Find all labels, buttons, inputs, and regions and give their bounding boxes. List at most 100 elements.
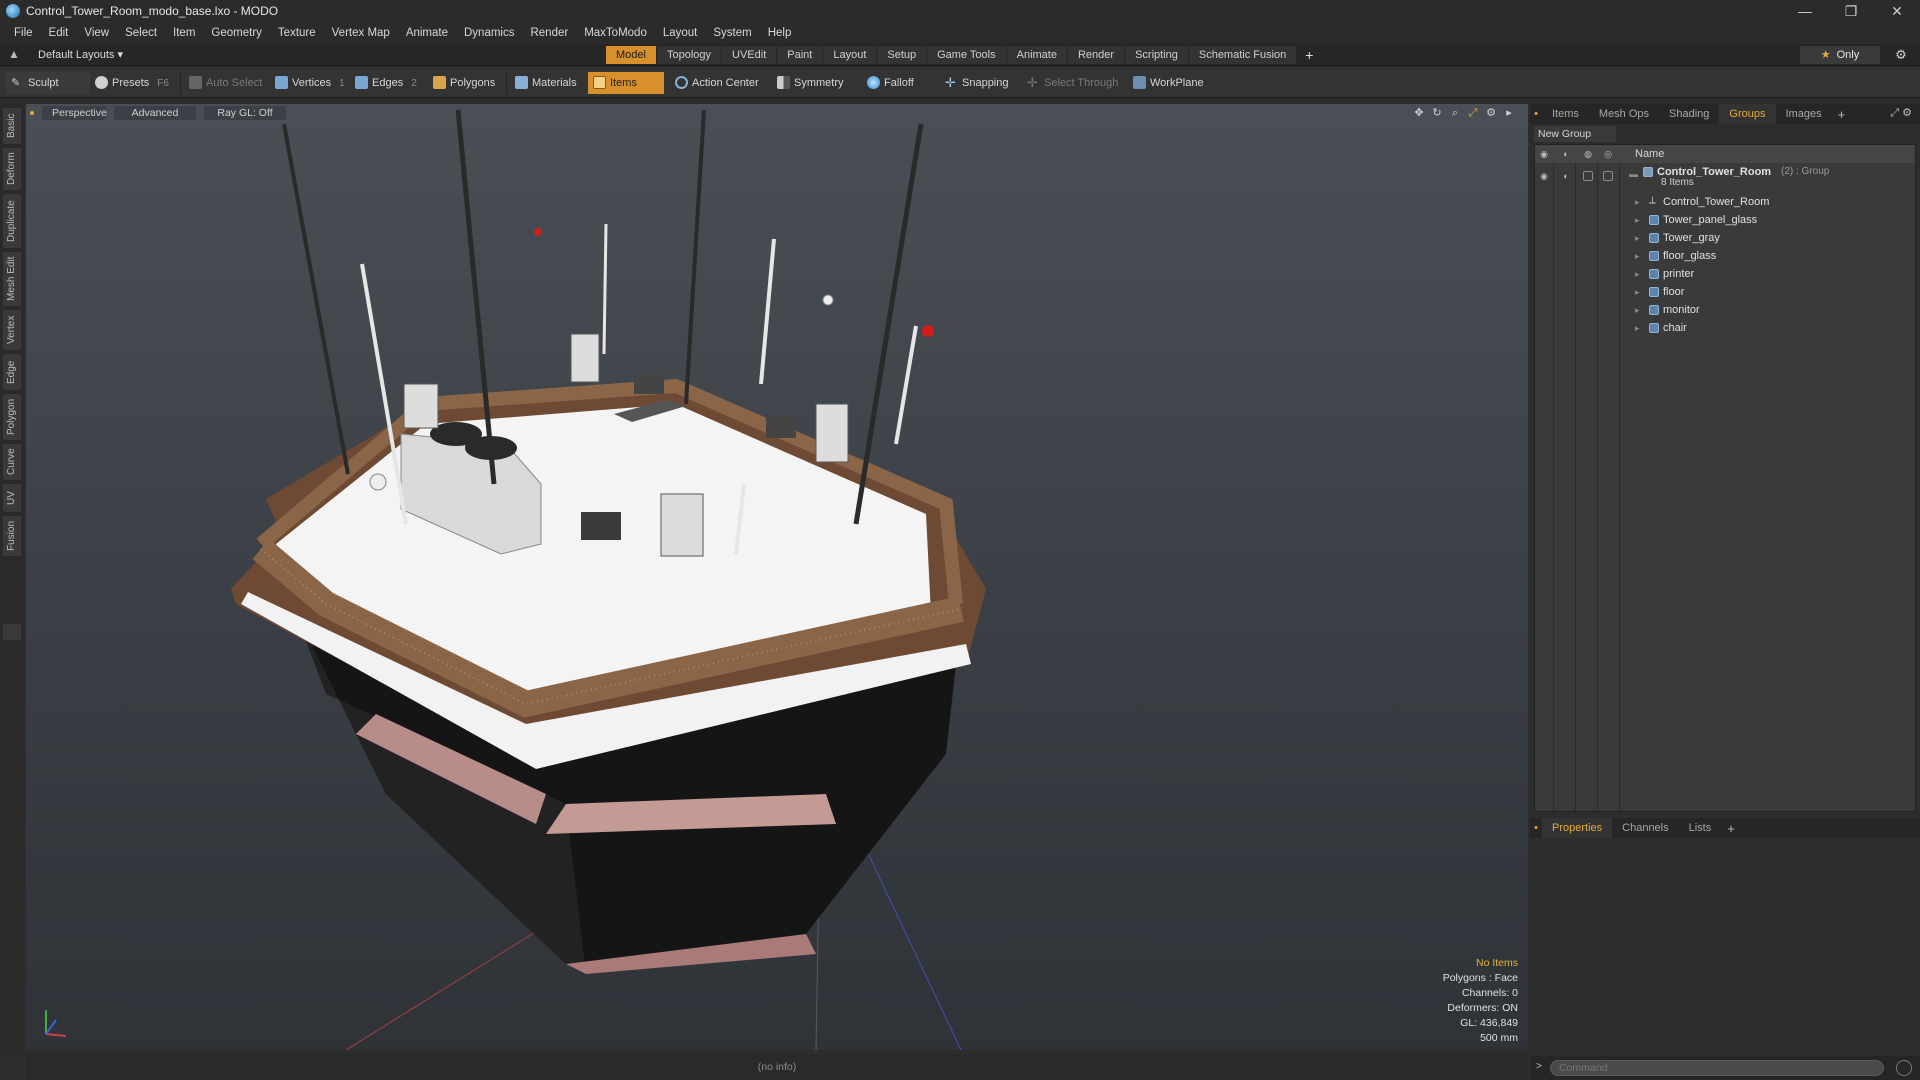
menu-animate[interactable]: Animate: [398, 22, 456, 44]
menu-vertex-map[interactable]: Vertex Map: [324, 22, 398, 44]
group-visibility-eye-icon[interactable]: ◉: [1539, 171, 1549, 181]
zoom-icon[interactable]: ⌕: [1446, 106, 1464, 120]
command-arrow-icon[interactable]: >: [1536, 1061, 1542, 1072]
snapping-button[interactable]: ✛ Snapping: [940, 72, 1020, 94]
vertices-button[interactable]: Vertices 1: [270, 72, 350, 94]
tab-lists[interactable]: Lists: [1679, 818, 1722, 838]
group-collapse-icon[interactable]: ▬: [1629, 165, 1638, 183]
tab-animate[interactable]: Animate: [1006, 46, 1068, 64]
tab-items[interactable]: Items: [1542, 104, 1589, 124]
properties-menu-dot-icon[interactable]: •: [1530, 822, 1542, 834]
vtab-curve[interactable]: Curve: [3, 444, 21, 480]
3d-viewport[interactable]: Perspective Advanced Ray GL: Off ✥ ↻ ⌕ ⤢…: [26, 104, 1528, 1050]
render-column-icon[interactable]: ◐: [1561, 149, 1571, 159]
expand-arrow-icon[interactable]: ▸: [1635, 265, 1640, 283]
action-center-button[interactable]: Action Center: [670, 72, 770, 94]
menu-layout[interactable]: Layout: [655, 22, 706, 44]
menu-file[interactable]: File: [6, 22, 41, 44]
tab-paint[interactable]: Paint: [777, 46, 824, 64]
menu-edit[interactable]: Edit: [41, 22, 77, 44]
tab-images[interactable]: Images: [1776, 104, 1832, 124]
tab-mesh-ops[interactable]: Mesh Ops: [1589, 104, 1659, 124]
expand-arrow-icon[interactable]: ▸: [1635, 319, 1640, 337]
expand-arrow-icon[interactable]: ▸: [1635, 283, 1640, 301]
falloff-button[interactable]: Falloff: [862, 72, 938, 94]
visibility-column-eye-icon[interactable]: ◉: [1539, 149, 1549, 159]
viewport-arrow-icon[interactable]: ▸: [1500, 106, 1518, 120]
panel-menu-dot-icon[interactable]: •: [1530, 108, 1542, 120]
sculpt-button[interactable]: ✎ Sculpt: [6, 72, 90, 94]
vtab-fusion[interactable]: Fusion: [3, 516, 21, 556]
menu-geometry[interactable]: Geometry: [203, 22, 270, 44]
list-item[interactable]: ▸ printer: [1535, 265, 1915, 283]
list-item[interactable]: ▸ chair: [1535, 319, 1915, 337]
vtab-polygon[interactable]: Polygon: [3, 394, 21, 440]
select-through-button[interactable]: ✛ Select Through: [1022, 72, 1126, 94]
tab-properties[interactable]: Properties: [1542, 818, 1613, 838]
group-lock-checkbox[interactable]: [1583, 171, 1593, 181]
expand-arrow-icon[interactable]: ▸: [1635, 211, 1640, 229]
vtab-deform[interactable]: Deform: [3, 148, 21, 190]
vtab-basic[interactable]: Basic: [3, 108, 21, 144]
tab-render[interactable]: Render: [1067, 46, 1126, 64]
only-button[interactable]: ★ Only: [1800, 46, 1880, 64]
shading-dropdown[interactable]: Advanced: [114, 106, 196, 120]
vtab-duplicate[interactable]: Duplicate: [3, 194, 21, 248]
list-item[interactable]: ▸ floor: [1535, 283, 1915, 301]
add-layout-tab-button[interactable]: +: [1297, 46, 1321, 64]
presets-button[interactable]: Presets F6: [90, 72, 174, 94]
vtab-uv[interactable]: UV: [3, 484, 21, 512]
add-panel-tab-button[interactable]: +: [1832, 107, 1852, 122]
menu-item[interactable]: Item: [165, 22, 203, 44]
viewport-settings-icon[interactable]: ⚙: [1482, 106, 1500, 120]
list-item[interactable]: ▸ Tower_gray: [1535, 229, 1915, 247]
expand-arrow-icon[interactable]: ▸: [1635, 247, 1640, 265]
group-select-checkbox[interactable]: [1603, 171, 1613, 181]
fit-icon[interactable]: ⤢: [1464, 106, 1482, 120]
tab-model[interactable]: Model: [606, 46, 657, 64]
lock-column-icon[interactable]: ◍: [1583, 149, 1593, 159]
add-properties-tab-button[interactable]: +: [1721, 821, 1741, 836]
rotate-icon[interactable]: ↻: [1428, 106, 1446, 120]
group-render-icon[interactable]: ◐: [1561, 171, 1571, 181]
select-column-icon[interactable]: ◎: [1603, 149, 1613, 159]
menu-system[interactable]: System: [705, 22, 759, 44]
tab-topology[interactable]: Topology: [656, 46, 723, 64]
vtab-expand-button[interactable]: [3, 624, 21, 640]
default-layouts-dropdown[interactable]: Default Layouts ▾: [38, 44, 123, 66]
menu-texture[interactable]: Texture: [270, 22, 324, 44]
group-row[interactable]: ◉ ◐ ▬ Control_Tower_Room (2) : Group 8 I…: [1535, 163, 1915, 193]
command-history-button[interactable]: [1896, 1060, 1912, 1076]
list-item[interactable]: ▸ monitor: [1535, 301, 1915, 319]
list-item[interactable]: ▸ ⟂ Control_Tower_Room: [1535, 193, 1915, 211]
expand-arrow-icon[interactable]: ▸: [1635, 229, 1640, 247]
name-column-header[interactable]: Name: [1635, 145, 1664, 163]
minimize-button[interactable]: —: [1782, 0, 1828, 22]
command-input[interactable]: [1550, 1060, 1884, 1076]
tab-schematic-fusion[interactable]: Schematic Fusion: [1188, 46, 1298, 64]
tab-shading[interactable]: Shading: [1659, 104, 1719, 124]
tab-groups[interactable]: Groups: [1719, 104, 1776, 124]
menu-help[interactable]: Help: [760, 22, 800, 44]
tab-game-tools[interactable]: Game Tools: [927, 46, 1007, 64]
restore-button[interactable]: ❐: [1828, 0, 1874, 22]
menu-render[interactable]: Render: [522, 22, 576, 44]
menu-maxtomodo[interactable]: MaxToModo: [576, 22, 655, 44]
edges-button[interactable]: Edges 2: [350, 72, 430, 94]
layout-switch-icon[interactable]: ▲: [6, 47, 22, 63]
pan-icon[interactable]: ✥: [1410, 106, 1428, 120]
expand-arrow-icon[interactable]: ▸: [1635, 193, 1640, 211]
list-item[interactable]: ▸ Tower_panel_glass: [1535, 211, 1915, 229]
vtab-vertex[interactable]: Vertex: [3, 310, 21, 350]
raygl-toggle[interactable]: Ray GL: Off: [204, 106, 286, 120]
list-item[interactable]: ▸ floor_glass: [1535, 247, 1915, 265]
tab-channels[interactable]: Channels: [1612, 818, 1678, 838]
expand-panel-icon[interactable]: ⤢ ⚙: [1890, 106, 1912, 120]
polygons-button[interactable]: Polygons: [428, 72, 504, 94]
gear-icon[interactable]: ⚙: [1892, 46, 1910, 64]
tab-layout[interactable]: Layout: [823, 46, 878, 64]
menu-select[interactable]: Select: [117, 22, 165, 44]
viewport-menu-dot-icon[interactable]: [30, 111, 34, 115]
tab-uvedit[interactable]: UVEdit: [722, 46, 778, 64]
menu-dynamics[interactable]: Dynamics: [456, 22, 522, 44]
